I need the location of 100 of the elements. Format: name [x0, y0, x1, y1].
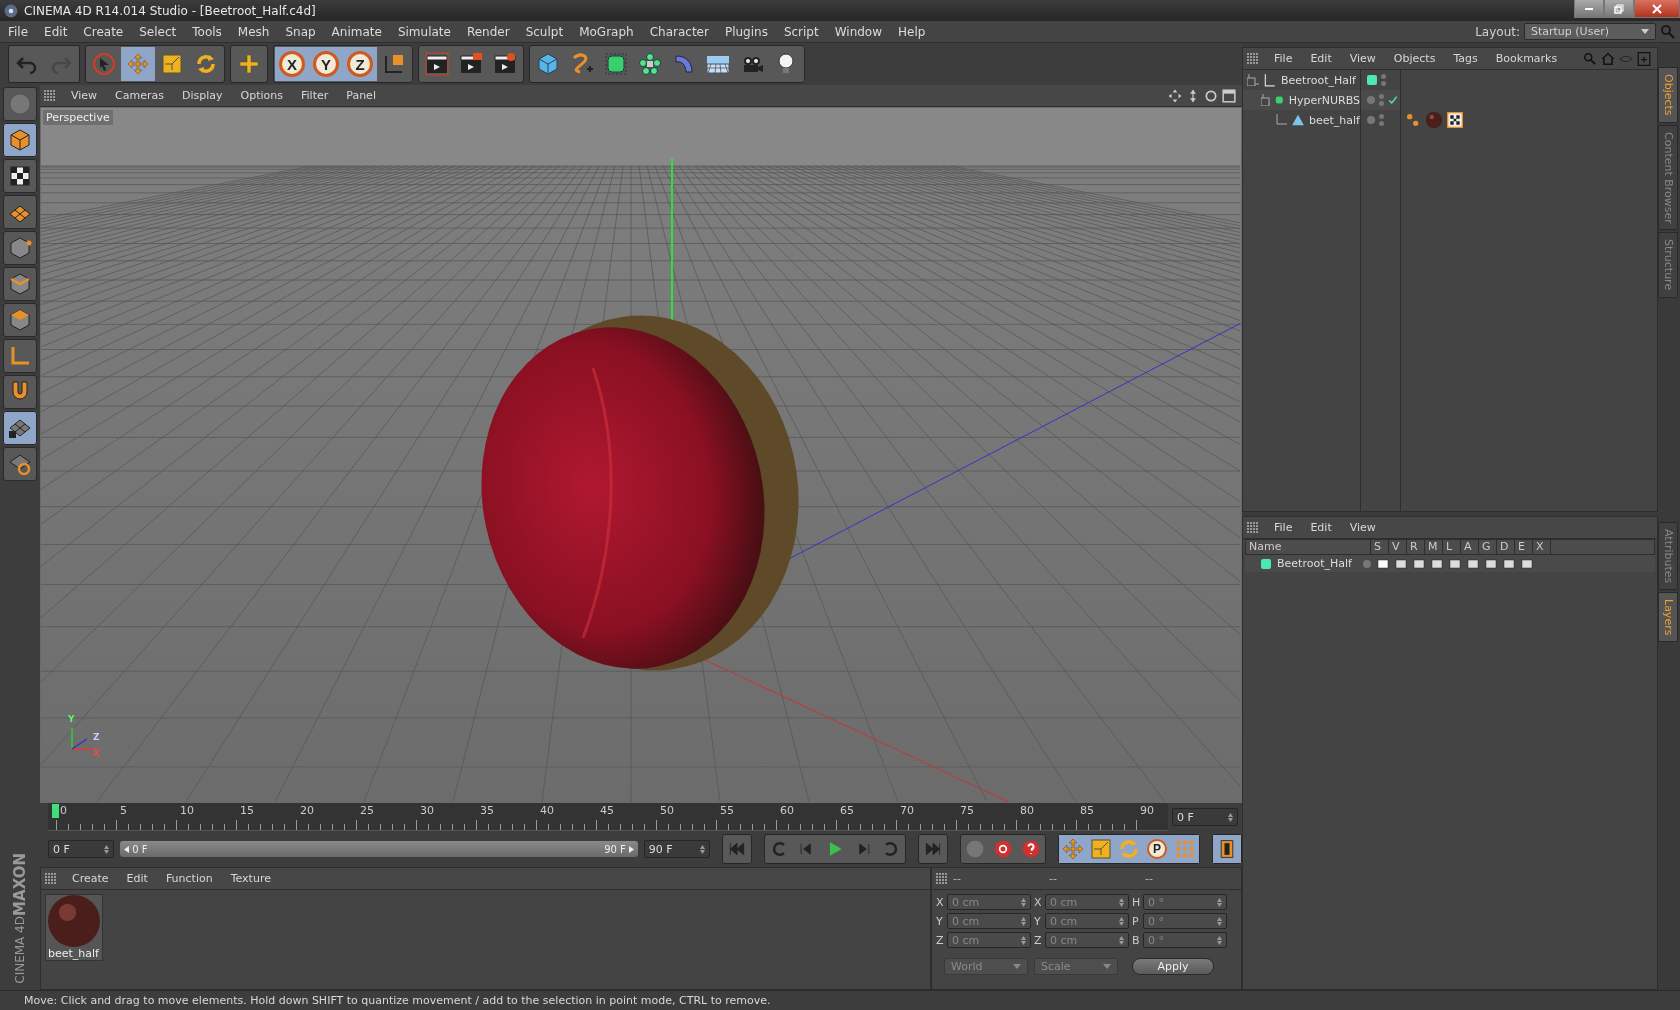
search-icon[interactable]	[1660, 23, 1676, 40]
axis-lock-button[interactable]: Z	[343, 47, 377, 81]
menu-item[interactable]: Character	[641, 24, 717, 39]
object-menu-item[interactable]: Edit	[1302, 52, 1340, 65]
layer-name[interactable]: Beetroot_Half	[1277, 557, 1357, 570]
start-frame-field[interactable]: 0 F	[48, 840, 115, 858]
object-name[interactable]: beet_half	[1309, 113, 1360, 127]
layer-color-swatch[interactable]	[1367, 75, 1377, 85]
column-header[interactable]: S	[1371, 540, 1389, 554]
menu-item[interactable]: Mesh	[229, 24, 278, 39]
object-menu-item[interactable]: File	[1266, 52, 1301, 65]
layout-dropdown[interactable]: Startup (User)	[1524, 23, 1656, 40]
viewport-menu-item[interactable]: Filter	[293, 89, 337, 102]
menu-item[interactable]: Animate	[323, 24, 390, 39]
viewport-menu-item[interactable]: Cameras	[107, 89, 172, 102]
material-menu-item[interactable]: Function	[157, 872, 221, 885]
menu-item[interactable]: Simulate	[389, 24, 459, 39]
menu-item[interactable]: Tools	[184, 24, 230, 39]
apply-button[interactable]: Apply	[1132, 958, 1214, 975]
frame-range-slider[interactable]: 0 F 90 F	[120, 841, 638, 857]
column-header[interactable]: V	[1389, 540, 1407, 554]
side-tab[interactable]: Objects	[1658, 67, 1678, 123]
viewport-menu-item[interactable]: View	[63, 89, 106, 102]
column-header[interactable]: D	[1497, 540, 1515, 554]
arrow-icon	[628, 845, 634, 853]
menu-item[interactable]: Select	[131, 24, 185, 39]
mode-button[interactable]	[3, 195, 37, 229]
menu-item[interactable]: Snap	[277, 24, 324, 39]
object-menu-item[interactable]: Bookmarks	[1487, 52, 1566, 65]
axis-lock-button[interactable]: X	[275, 47, 309, 81]
object-menu-item[interactable]: Tags	[1445, 52, 1486, 65]
timeline-button[interactable]	[1213, 835, 1241, 863]
visibility-dots[interactable]	[1381, 74, 1386, 86]
maximize-button[interactable]	[1604, 0, 1634, 18]
axis-lock-button[interactable]: Y	[309, 47, 343, 81]
mode-button[interactable]	[3, 411, 37, 445]
material-menu-item[interactable]: Edit	[118, 872, 156, 885]
current-frame-field[interactable]: 0 F	[1172, 808, 1238, 826]
menu-item[interactable]: Plugins	[716, 24, 776, 39]
key-filter-button[interactable]	[1059, 835, 1087, 863]
mode-button[interactable]	[3, 375, 37, 409]
viewport-menu-item[interactable]: Display	[174, 89, 231, 102]
viewport-menu-item[interactable]: Options	[232, 89, 291, 102]
menu-item[interactable]: File	[0, 24, 37, 39]
visibility-dots[interactable]	[1379, 94, 1384, 106]
spin-arrows-icon	[700, 844, 705, 854]
layer-menu-item[interactable]: View	[1341, 521, 1384, 534]
object-row[interactable]: HyperNURBS	[1243, 90, 1360, 110]
menu-item[interactable]: Edit	[36, 24, 76, 39]
mode-button[interactable]	[3, 303, 37, 337]
end-frame-field[interactable]: 90 F	[643, 840, 710, 858]
solo-dot[interactable]	[1363, 559, 1371, 568]
mode-button[interactable]	[3, 159, 37, 193]
object-menu-item[interactable]: View	[1341, 52, 1384, 65]
object-menu-item[interactable]: Objects	[1385, 52, 1444, 65]
column-header[interactable]: L	[1443, 540, 1461, 554]
layer-dot[interactable]	[1367, 116, 1375, 124]
layer-color-swatch[interactable]	[1261, 558, 1271, 569]
arrow-icon	[124, 845, 130, 853]
column-header[interactable]: M	[1425, 540, 1443, 554]
object-row[interactable]: Beetroot_Half	[1243, 70, 1360, 90]
menu-item[interactable]: Sculpt	[517, 24, 572, 39]
column-header[interactable]: R	[1407, 540, 1425, 554]
menu-item[interactable]: Window	[826, 24, 891, 39]
layer-menu-item[interactable]: Edit	[1302, 521, 1340, 534]
close-button[interactable]	[1634, 0, 1680, 18]
coordinate-header: --	[1145, 872, 1154, 885]
layer-dot[interactable]	[1367, 96, 1375, 104]
menu-item[interactable]: MoGraph	[571, 24, 642, 39]
mode-button[interactable]	[3, 447, 37, 481]
layer-row[interactable]: Beetroot_Half	[1245, 555, 1655, 572]
material-menu-item[interactable]: Create	[64, 872, 117, 885]
material-menu-item[interactable]: Texture	[222, 872, 279, 885]
menu-item[interactable]: Render	[458, 24, 518, 39]
object-name[interactable]: Beetroot_Half	[1281, 73, 1356, 87]
new-window-icon	[1637, 51, 1651, 66]
visibility-dots[interactable]	[1379, 114, 1384, 126]
column-header[interactable]: X	[1533, 540, 1551, 554]
mode-button[interactable]	[3, 267, 37, 301]
menu-item[interactable]: Help	[890, 24, 934, 39]
column-header[interactable]: G	[1479, 540, 1497, 554]
column-header[interactable]: Name	[1246, 540, 1371, 554]
minimize-button[interactable]	[1574, 0, 1604, 18]
mode-button[interactable]	[3, 123, 37, 157]
side-tab[interactable]: Layers	[1658, 591, 1678, 643]
object-row[interactable]: beet_half	[1243, 110, 1360, 130]
key-filter-button[interactable]: P	[1143, 835, 1171, 863]
viewport-menu-item[interactable]: Panel	[338, 89, 384, 102]
column-header[interactable]: E	[1515, 540, 1533, 554]
mode-button[interactable]	[3, 339, 37, 373]
timeline-ruler[interactable]: 0 5 10 15 20 25 30 35 40 45 50 55 60 65 70 75 80 85 90	[48, 803, 1168, 831]
menu-item[interactable]: Create	[75, 24, 132, 39]
menu-item[interactable]: Script	[775, 24, 827, 39]
layout-label: Layout:	[1475, 24, 1520, 39]
viewport[interactable]: Perspective Y Z X	[40, 107, 1242, 803]
object-name[interactable]: HyperNURBS	[1288, 93, 1360, 107]
check-icon[interactable]	[1388, 95, 1398, 105]
material-swatch[interactable]: beet_half	[45, 894, 103, 961]
column-header[interactable]: A	[1461, 540, 1479, 554]
layer-menu-item[interactable]: File	[1266, 521, 1301, 534]
